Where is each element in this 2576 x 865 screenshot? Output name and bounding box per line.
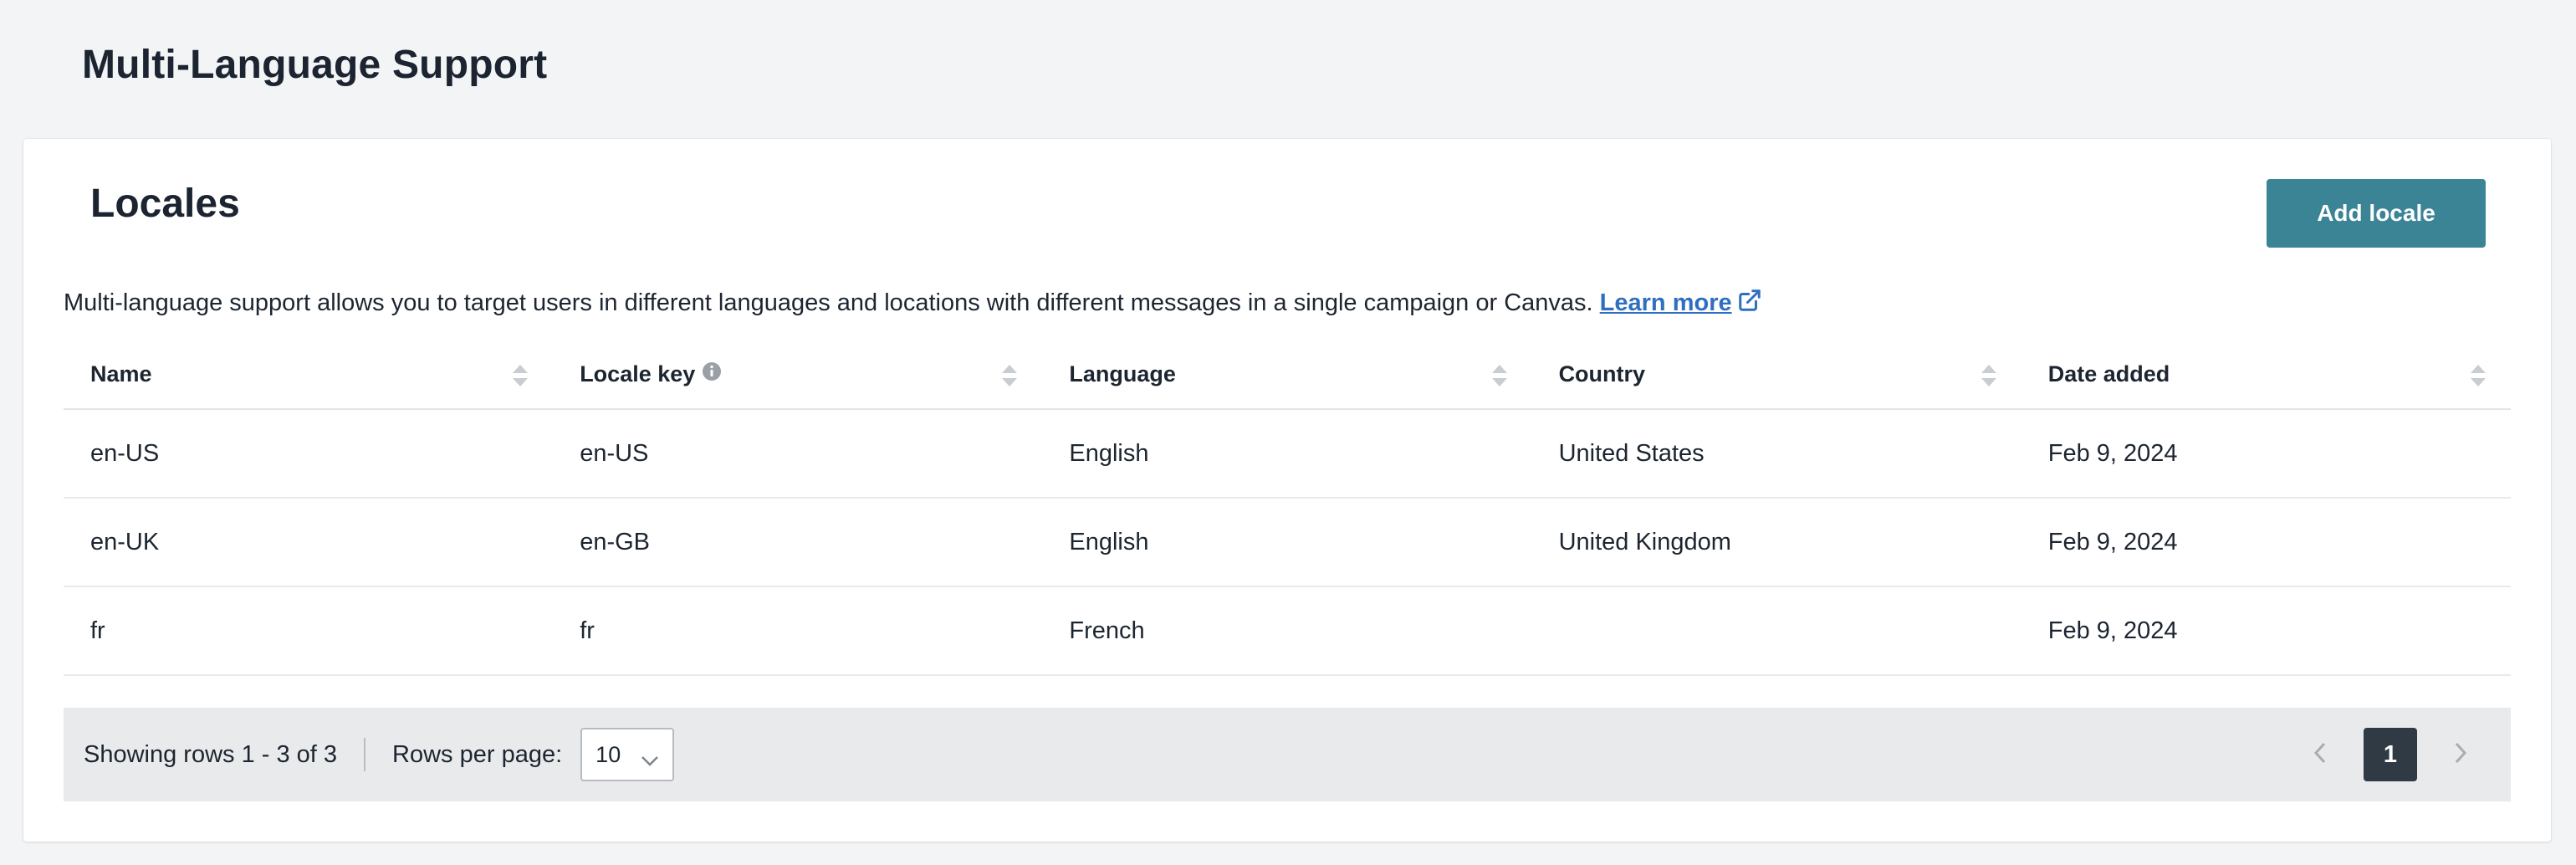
sort-icon[interactable]	[2469, 363, 2487, 394]
rows-per-page-select[interactable]: 10	[580, 728, 675, 781]
rows-per-page-label: Rows per page:	[392, 740, 563, 768]
learn-more-link[interactable]: Learn more	[1600, 289, 1732, 316]
page-title: Multi-Language Support	[82, 43, 548, 87]
column-header-language[interactable]: Language	[1042, 340, 1531, 408]
chevron-down-icon	[641, 748, 659, 774]
cell-locale-key: fr	[580, 617, 595, 644]
column-header-locale-key[interactable]: Locale key	[553, 340, 1042, 408]
card-title: Locales	[90, 182, 240, 226]
table-header: Name Locale key Language Country Date ad…	[64, 340, 2511, 410]
cell-country	[1532, 587, 2021, 674]
learn-more-label: Learn more	[1599, 289, 1732, 316]
column-header-date-added[interactable]: Date added	[2021, 340, 2511, 408]
cell-date-added: Feb 9, 2024	[2047, 617, 2178, 644]
table-row[interactable]: fr fr French Feb 9, 2024	[64, 587, 2511, 676]
cell-locale-key: en-GB	[580, 528, 651, 555]
table-row[interactable]: en-UK en-GB English United Kingdom Feb 9…	[64, 499, 2511, 587]
sort-icon[interactable]	[511, 363, 529, 394]
description: Multi-language support allows you to tar…	[64, 288, 1762, 320]
cell-language: English	[1069, 439, 1149, 467]
info-icon[interactable]	[702, 361, 722, 387]
add-locale-button[interactable]: Add locale	[2267, 179, 2486, 248]
locales-card: Locales Add locale Multi-language suppor…	[23, 139, 2551, 842]
external-link-icon[interactable]	[1737, 288, 1762, 320]
column-header-label: Name	[90, 361, 152, 386]
description-text: Multi-language support allows you to tar…	[64, 289, 1593, 316]
column-header-label: Locale key	[580, 361, 696, 386]
cell-date-added: Feb 9, 2024	[2047, 439, 2178, 467]
rows-per-page-value: 10	[595, 741, 621, 767]
cell-language: English	[1069, 528, 1149, 555]
column-header-label: Date added	[2047, 361, 2170, 386]
sort-icon[interactable]	[1980, 363, 1998, 394]
column-header-label: Country	[1558, 361, 1646, 386]
column-header-label: Language	[1069, 361, 1176, 386]
cell-locale-key: en-US	[580, 439, 649, 467]
pagination: 1	[2303, 728, 2477, 781]
cell-country: United States	[1558, 439, 1705, 467]
column-header-country[interactable]: Country	[1532, 340, 2021, 408]
cell-name: en-US	[90, 439, 160, 467]
cell-name: fr	[90, 617, 105, 644]
cell-country: United Kingdom	[1558, 528, 1731, 555]
locales-table: Name Locale key Language Country Date ad…	[64, 340, 2511, 676]
sort-icon[interactable]	[1490, 363, 1509, 394]
divider	[364, 738, 366, 771]
cell-name: en-UK	[90, 528, 160, 555]
chevron-left-icon	[2313, 741, 2327, 769]
cell-language: French	[1069, 617, 1145, 644]
table-footer: Showing rows 1 - 3 of 3 Rows per page: 1…	[64, 708, 2511, 801]
next-page-button[interactable]	[2444, 728, 2477, 781]
sort-icon[interactable]	[1000, 363, 1019, 394]
chevron-right-icon	[2454, 741, 2467, 769]
table-row[interactable]: en-US en-US English United States Feb 9,…	[64, 410, 2511, 499]
row-count-text: Showing rows 1 - 3 of 3	[84, 740, 338, 768]
previous-page-button[interactable]	[2303, 728, 2337, 781]
column-header-name[interactable]: Name	[64, 340, 553, 408]
page-1-button[interactable]: 1	[2364, 728, 2417, 781]
cell-date-added: Feb 9, 2024	[2047, 528, 2178, 555]
